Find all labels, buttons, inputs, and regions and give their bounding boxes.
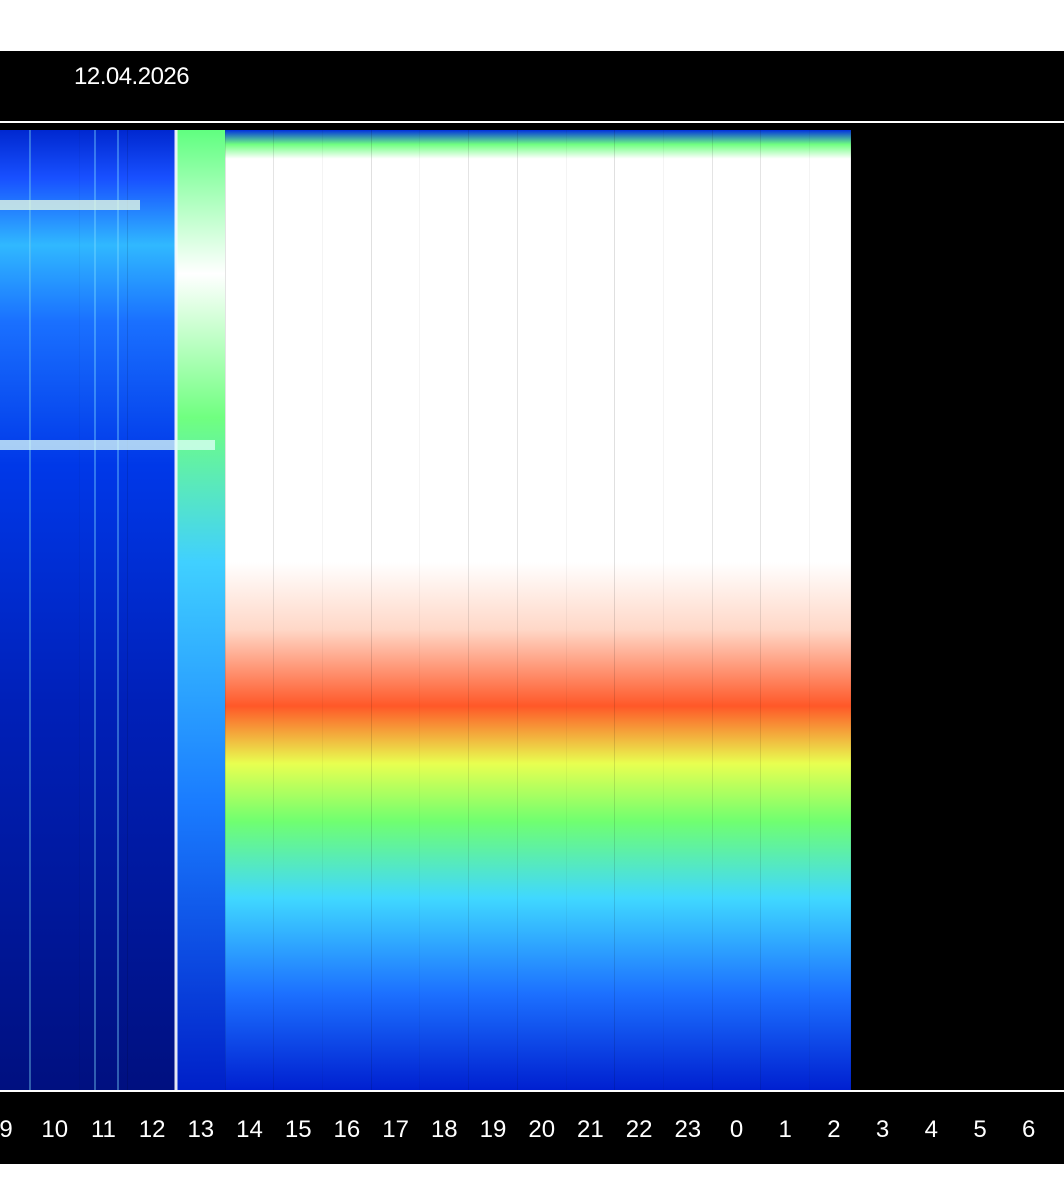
spectrogram-column — [176, 130, 226, 1090]
resonance-band — [0, 200, 140, 210]
x-tick-label: 5 — [973, 1116, 986, 1143]
x-tick-label: 15 — [285, 1116, 312, 1143]
x-tick-label: 9 — [0, 1116, 13, 1143]
spectrogram-column — [760, 130, 810, 1090]
spectrogram-column — [79, 130, 128, 1090]
x-tick-label: 20 — [528, 1116, 555, 1143]
x-tick-label: 22 — [626, 1116, 653, 1143]
spectrogram-column — [517, 130, 567, 1090]
x-tick-label: 0 — [730, 1116, 743, 1143]
spectrogram-column — [371, 130, 420, 1090]
x-tick-label: 2 — [827, 1116, 840, 1143]
x-tick-label: 4 — [925, 1116, 938, 1143]
x-tick-label: 10 — [41, 1116, 68, 1143]
x-tick-label: 14 — [236, 1116, 263, 1143]
spectrogram-column — [273, 130, 323, 1090]
spectrogram-column — [225, 130, 274, 1090]
spectrogram-column — [322, 130, 372, 1090]
x-tick-label: 21 — [577, 1116, 604, 1143]
spectrogram-column — [663, 130, 713, 1090]
x-tick-label: 23 — [674, 1116, 701, 1143]
x-tick-label: 16 — [334, 1116, 361, 1143]
x-tick-label: 13 — [187, 1116, 214, 1143]
x-tick-label: 17 — [382, 1116, 409, 1143]
spectrogram-column — [30, 130, 80, 1090]
spectrogram-column — [566, 130, 615, 1090]
x-tick-label: 6 — [1022, 1116, 1035, 1143]
x-tick-label: 11 — [91, 1116, 116, 1143]
time-axis: 9 10 11 12 13 14 15 16 17 18 19 20 21 22 23 0 1 2 3 4 5 6 — [0, 1116, 1035, 1143]
x-tick-label: 18 — [431, 1116, 458, 1143]
spectrogram-column — [809, 130, 851, 1090]
spectrogram-column — [614, 130, 664, 1090]
spectrogram-column — [0, 130, 31, 1090]
spectrogram-column — [468, 130, 518, 1090]
x-tick-label: 19 — [480, 1116, 507, 1143]
spectrogram-column — [712, 130, 761, 1090]
spectrogram-chart: 9 10 11 12 13 14 15 16 17 18 19 20 21 22 23 0 1 2 3 4 5 6 — [0, 121, 1064, 1143]
x-tick-label: 3 — [876, 1116, 889, 1143]
spectrogram-column — [419, 130, 469, 1090]
x-tick-label: 12 — [139, 1116, 166, 1143]
spectrogram-column — [127, 130, 177, 1090]
x-tick-label: 1 — [779, 1116, 792, 1143]
spectrogram-data — [0, 130, 851, 1090]
resonance-band — [0, 440, 215, 450]
